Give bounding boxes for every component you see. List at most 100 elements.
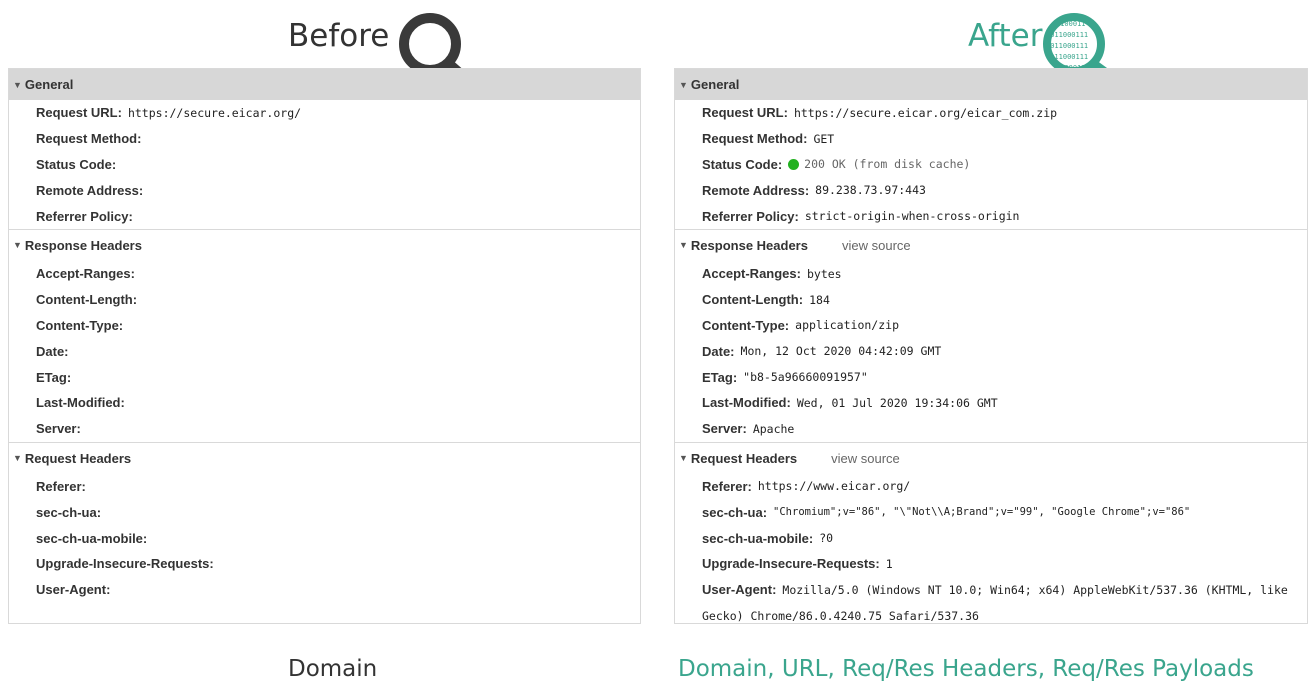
header-key: Content-Length: (702, 292, 804, 308)
header-row: sec-ch-ua: "Chromium";v="86", "\"Not\\A;B… (675, 499, 1307, 525)
header-key: sec-ch-ua-mobile: (702, 530, 814, 546)
header-key: Date: (702, 343, 735, 359)
header-row: User-Agent: (9, 577, 640, 603)
binary-text: 0011000111 (1046, 42, 1088, 50)
header-row: Date: (9, 338, 640, 364)
header-key: sec-ch-ua: (702, 504, 768, 520)
header-key: Status Code: (36, 156, 117, 172)
header-row: Referer: (9, 474, 640, 500)
header-row: Remote Address: 89.238.73.97:443 (675, 177, 1307, 203)
header-row: ETag: "b8-5a96660091957" (675, 364, 1307, 390)
request-header-rows: Referer: sec-ch-ua: sec-ch-ua-mobile: Up… (9, 474, 640, 603)
header-key: Upgrade-Insecure-Requests: (702, 556, 880, 572)
response-header-rows: Accept-Ranges: bytes Content-Length: 184 C… (675, 261, 1307, 442)
section-general[interactable]: ▼ General (675, 69, 1307, 100)
header-value: "b8-5a96660091957" (743, 370, 868, 385)
header-row: Server: Apache (675, 416, 1307, 442)
header-key: Referer: (702, 478, 752, 494)
header-row: Request Method: GET (675, 126, 1307, 152)
header-row: sec-ch-ua-mobile: ?0 (675, 525, 1307, 551)
collapse-triangle-icon: ▼ (679, 79, 688, 90)
header-key: Content-Length: (36, 292, 138, 308)
header-row: Upgrade-Insecure-Requests: (9, 551, 640, 577)
wrapped-row: User-Agent: Mozilla/5.0 (Windows NT 10.0;… (702, 577, 1299, 629)
section-general[interactable]: ▼ General (9, 69, 640, 100)
header-value: strict-origin-when-cross-origin (804, 209, 1020, 224)
header-key: Remote Address: (36, 182, 144, 198)
collapse-triangle-icon: ▼ (679, 240, 688, 251)
header-row: Last-Modified: Wed, 01 Jul 2020 19:34:06 … (675, 390, 1307, 416)
header-value: 200 OK (from disk cache) (804, 157, 971, 172)
header-key: Referer: (36, 478, 86, 494)
header-value: Mon, 12 Oct 2020 04:42:09 GMT (740, 344, 942, 359)
header-key: Content-Type: (36, 317, 124, 333)
header-row: Accept-Ranges: (9, 261, 640, 287)
section-request-headers[interactable]: ▼ Request Headers (9, 443, 640, 474)
after-caption: Domain, URL, Req/Res Headers, Req/Res Pa… (678, 656, 1254, 682)
header-row: Request URL: https://secure.eicar.org/ (9, 100, 640, 126)
header-key: User-Agent: (702, 581, 777, 597)
header-value: 184 (809, 292, 830, 307)
header-key: Date: (36, 343, 69, 359)
header-value: "Chromium";v="86", "\"Not\\A;Brand";v="9… (773, 506, 1191, 519)
header-key: Request URL: (36, 105, 122, 121)
header-value: Wed, 01 Jul 2020 19:34:06 GMT (796, 395, 998, 410)
header-key: User-Agent: (36, 582, 111, 598)
section-title: Request Headers (24, 450, 132, 466)
before-heading: Before (288, 18, 390, 54)
before-caption: Domain (288, 656, 378, 682)
header-row: Status Code: 200 OK (from disk cache) (675, 152, 1307, 178)
header-key: Last-Modified: (36, 395, 125, 411)
header-key: Last-Modified: (702, 395, 791, 411)
header-key: Server: (702, 421, 747, 437)
response-header-rows: Accept-Ranges: Content-Length: Content-T… (9, 261, 640, 442)
before-headers-panel: ▼ General Request URL: https://secure.eic… (8, 68, 641, 624)
header-row: Request Method: (9, 126, 640, 152)
header-row: sec-ch-ua: (9, 499, 640, 525)
section-title: Response Headers (690, 237, 808, 253)
header-row: Date: Mon, 12 Oct 2020 04:42:09 GMT (675, 338, 1307, 364)
general-rows: Request URL: https://secure.eicar.org/eic… (675, 100, 1307, 229)
header-key: Remote Address: (702, 182, 810, 198)
collapse-triangle-icon: ▼ (13, 453, 22, 464)
header-value: https://secure.eicar.org/ (127, 105, 302, 120)
section-title: General (690, 77, 740, 92)
header-row: Upgrade-Insecure-Requests: 1 (675, 551, 1307, 577)
section-response-headers[interactable]: ▼ Response Headers (9, 230, 640, 261)
header-key: Accept-Ranges: (702, 266, 801, 282)
header-value[interactable]: https://secure.eicar.org/eicar_com.zip (794, 106, 1057, 120)
header-key: Referrer Policy: (702, 208, 799, 224)
header-key: Status Code: (702, 156, 783, 172)
header-row: Request URL: https://secure.eicar.org/eic… (675, 100, 1307, 126)
view-source-link[interactable]: view source (842, 238, 911, 253)
section-title: General (24, 77, 74, 92)
header-key: ETag: (702, 369, 738, 385)
header-row: ETag: (9, 364, 640, 390)
header-key: Accept-Ranges: (36, 266, 135, 282)
header-value: 1 (885, 556, 893, 571)
header-key: Server: (36, 421, 81, 437)
after-headers-panel: ▼ General Request URL: https://secure.eic… (674, 68, 1308, 624)
request-header-rows: Referer: https://www.eicar.org/ sec-ch-ua… (675, 474, 1307, 629)
header-row: Last-Modified: (9, 390, 640, 416)
header-key: Request Method: (702, 131, 808, 147)
section-title: Response Headers (24, 237, 142, 253)
general-rows: Request URL: https://secure.eicar.org/ Re… (9, 100, 640, 229)
header-value: https://www.eicar.org/ (757, 479, 911, 494)
header-value: ?0 (819, 531, 834, 546)
section-request-headers[interactable]: ▼ Request Headers view source (675, 443, 1307, 474)
header-row: Accept-Ranges: bytes (675, 261, 1307, 287)
header-key: Content-Type: (702, 317, 790, 333)
header-row: Remote Address: (9, 177, 640, 203)
header-value: 89.238.73.97:443 (815, 183, 926, 198)
header-value: application/zip (795, 318, 899, 333)
header-key: Request Method: (36, 131, 142, 147)
header-key: Referrer Policy: (36, 208, 133, 224)
view-source-link[interactable]: view source (831, 451, 900, 466)
section-response-headers[interactable]: ▼ Response Headers view source (675, 230, 1307, 261)
header-row: Referrer Policy: (9, 203, 640, 229)
collapse-triangle-icon: ▼ (679, 453, 688, 464)
header-row: Content-Length: 184 (675, 287, 1307, 313)
header-row: Content-Length: (9, 287, 640, 313)
header-value: bytes (806, 266, 842, 281)
